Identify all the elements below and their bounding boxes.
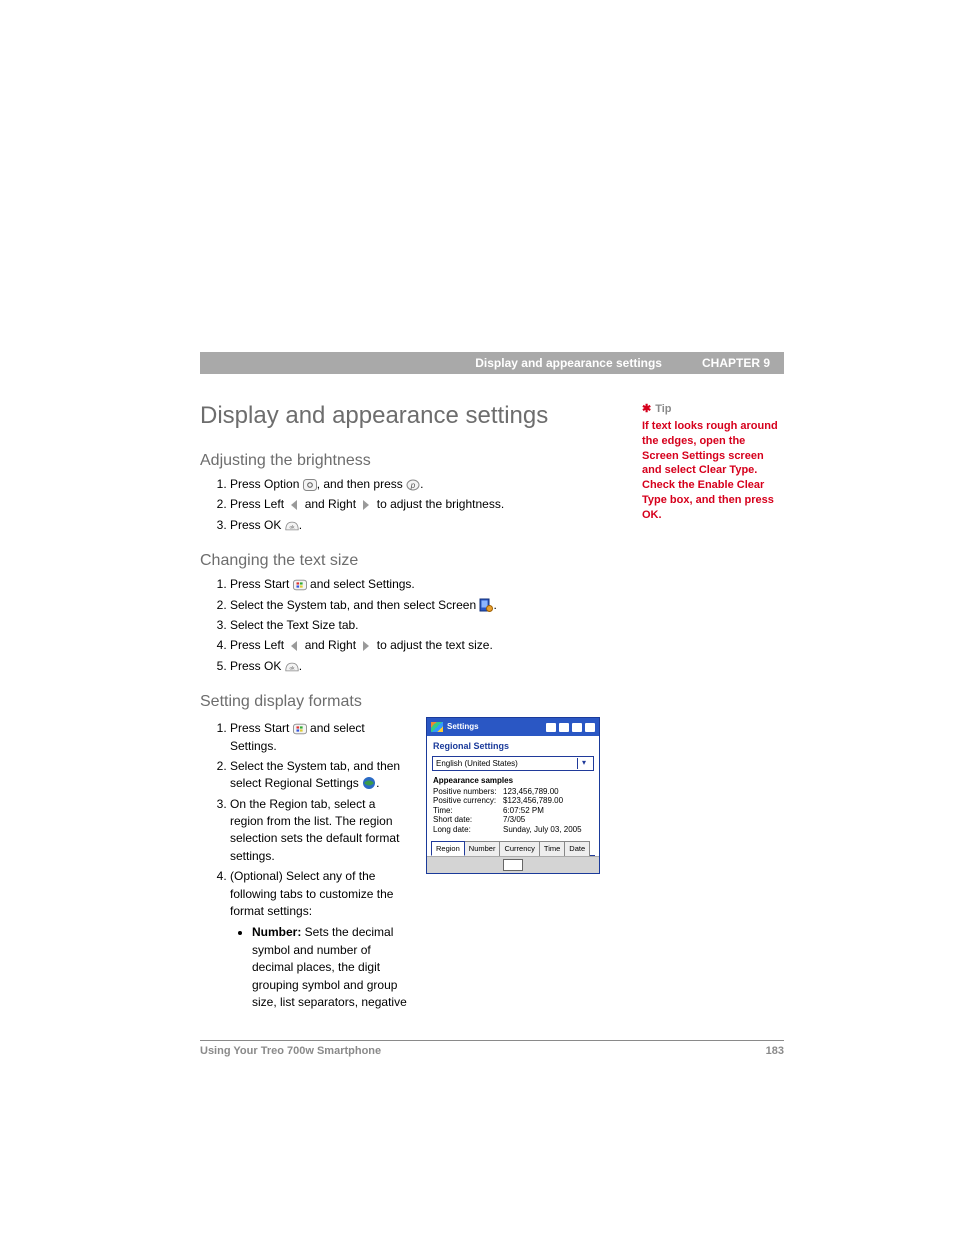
page-number: 183 [766, 1045, 784, 1057]
svg-text:ok: ok [289, 524, 295, 529]
tip-label: Tip [655, 403, 671, 415]
list-item: Press OK ok. [230, 658, 600, 675]
list-item: Press Option , and then press p. [230, 476, 600, 493]
windows-flag-icon [431, 722, 443, 732]
chevron-down-icon: ▾ [577, 758, 590, 769]
tip-star-icon: ✱ [642, 403, 651, 415]
keyboard-icon[interactable] [503, 859, 523, 871]
list-text-size: Press Start and select Settings. Select … [200, 576, 600, 675]
heading-display-formats: Setting display formats [200, 693, 600, 711]
ok-key-icon: ok [285, 520, 299, 532]
left-arrow-icon [287, 499, 301, 511]
svg-text:p: p [410, 481, 416, 490]
list-item: Select the Text Size tab. [230, 617, 600, 634]
ss-titlebar: Settings [427, 718, 599, 736]
svg-text:ok: ok [289, 665, 295, 670]
ss-heading: Regional Settings [427, 736, 599, 756]
header-chapter: CHAPTER 9 [702, 352, 770, 374]
heading-text-size: Changing the text size [200, 552, 600, 570]
regional-app-icon [362, 776, 376, 790]
list-item: Press Start and select Settings. [230, 720, 408, 755]
ok-key-icon: ok [285, 661, 299, 673]
right-arrow-icon [359, 499, 373, 511]
left-arrow-icon [287, 640, 301, 652]
ss-region-dropdown[interactable]: English (United States) ▾ [432, 756, 594, 771]
list-display-formats: Press Start and select Settings. Select … [200, 717, 408, 1014]
option-key-icon [303, 479, 317, 491]
battery-icon [572, 723, 582, 732]
heading-brightness: Adjusting the brightness [200, 452, 600, 470]
close-icon [585, 723, 595, 732]
ss-samples-label: Appearance samples [427, 771, 599, 787]
p-key-icon: p [406, 479, 420, 491]
chapter-header: Display and appearance settings CHAPTER … [200, 352, 784, 374]
tab-time[interactable]: Time [539, 841, 565, 856]
list-item: Select the System tab, and then select R… [230, 758, 408, 793]
page-title: Display and appearance settings [200, 402, 600, 430]
list-item: Select the System tab, and then select S… [230, 597, 600, 614]
footer-title: Using Your Treo 700w Smartphone [200, 1045, 381, 1057]
ss-sip-bar [427, 856, 599, 873]
ss-samples-table: Positive numbers:123,456,789.00 Positive… [427, 787, 599, 835]
ss-tabs: Region Number Currency Time Date [431, 840, 595, 856]
tab-number[interactable]: Number [464, 841, 501, 856]
start-key-icon [293, 723, 307, 735]
list-item: Press OK ok. [230, 517, 600, 534]
main-content: Display and appearance settings Adjustin… [200, 402, 600, 1014]
list-item: Press Left and Right to adjust the brigh… [230, 496, 600, 513]
tab-currency[interactable]: Currency [499, 841, 539, 856]
signal-icon [559, 723, 569, 732]
tip-sidebar: ✱ Tip If text looks rough around the edge… [642, 402, 782, 523]
list-item: Press Start and select Settings. [230, 576, 600, 593]
list-item: On the Region tab, select a region from … [230, 796, 408, 866]
tab-region[interactable]: Region [431, 841, 465, 856]
tab-date[interactable]: Date [564, 841, 590, 856]
bullet-item: Number: Sets the decimal symbol and numb… [252, 924, 408, 1011]
tip-text: If text looks rough around the edges, op… [642, 419, 782, 523]
header-section: Display and appearance settings [475, 352, 662, 374]
right-arrow-icon [359, 640, 373, 652]
screen-app-icon [479, 598, 493, 612]
list-item: (Optional) Select any of the following t… [230, 868, 408, 1011]
list-brightness: Press Option , and then press p. Press L… [200, 476, 600, 534]
page-footer: Using Your Treo 700w Smartphone 183 [200, 1040, 784, 1057]
start-key-icon [293, 579, 307, 591]
ok-badge-icon [546, 723, 556, 732]
regional-settings-screenshot: Settings Regional Settings English (Unit… [426, 717, 600, 874]
list-item: Press Left and Right to adjust the text … [230, 637, 600, 654]
